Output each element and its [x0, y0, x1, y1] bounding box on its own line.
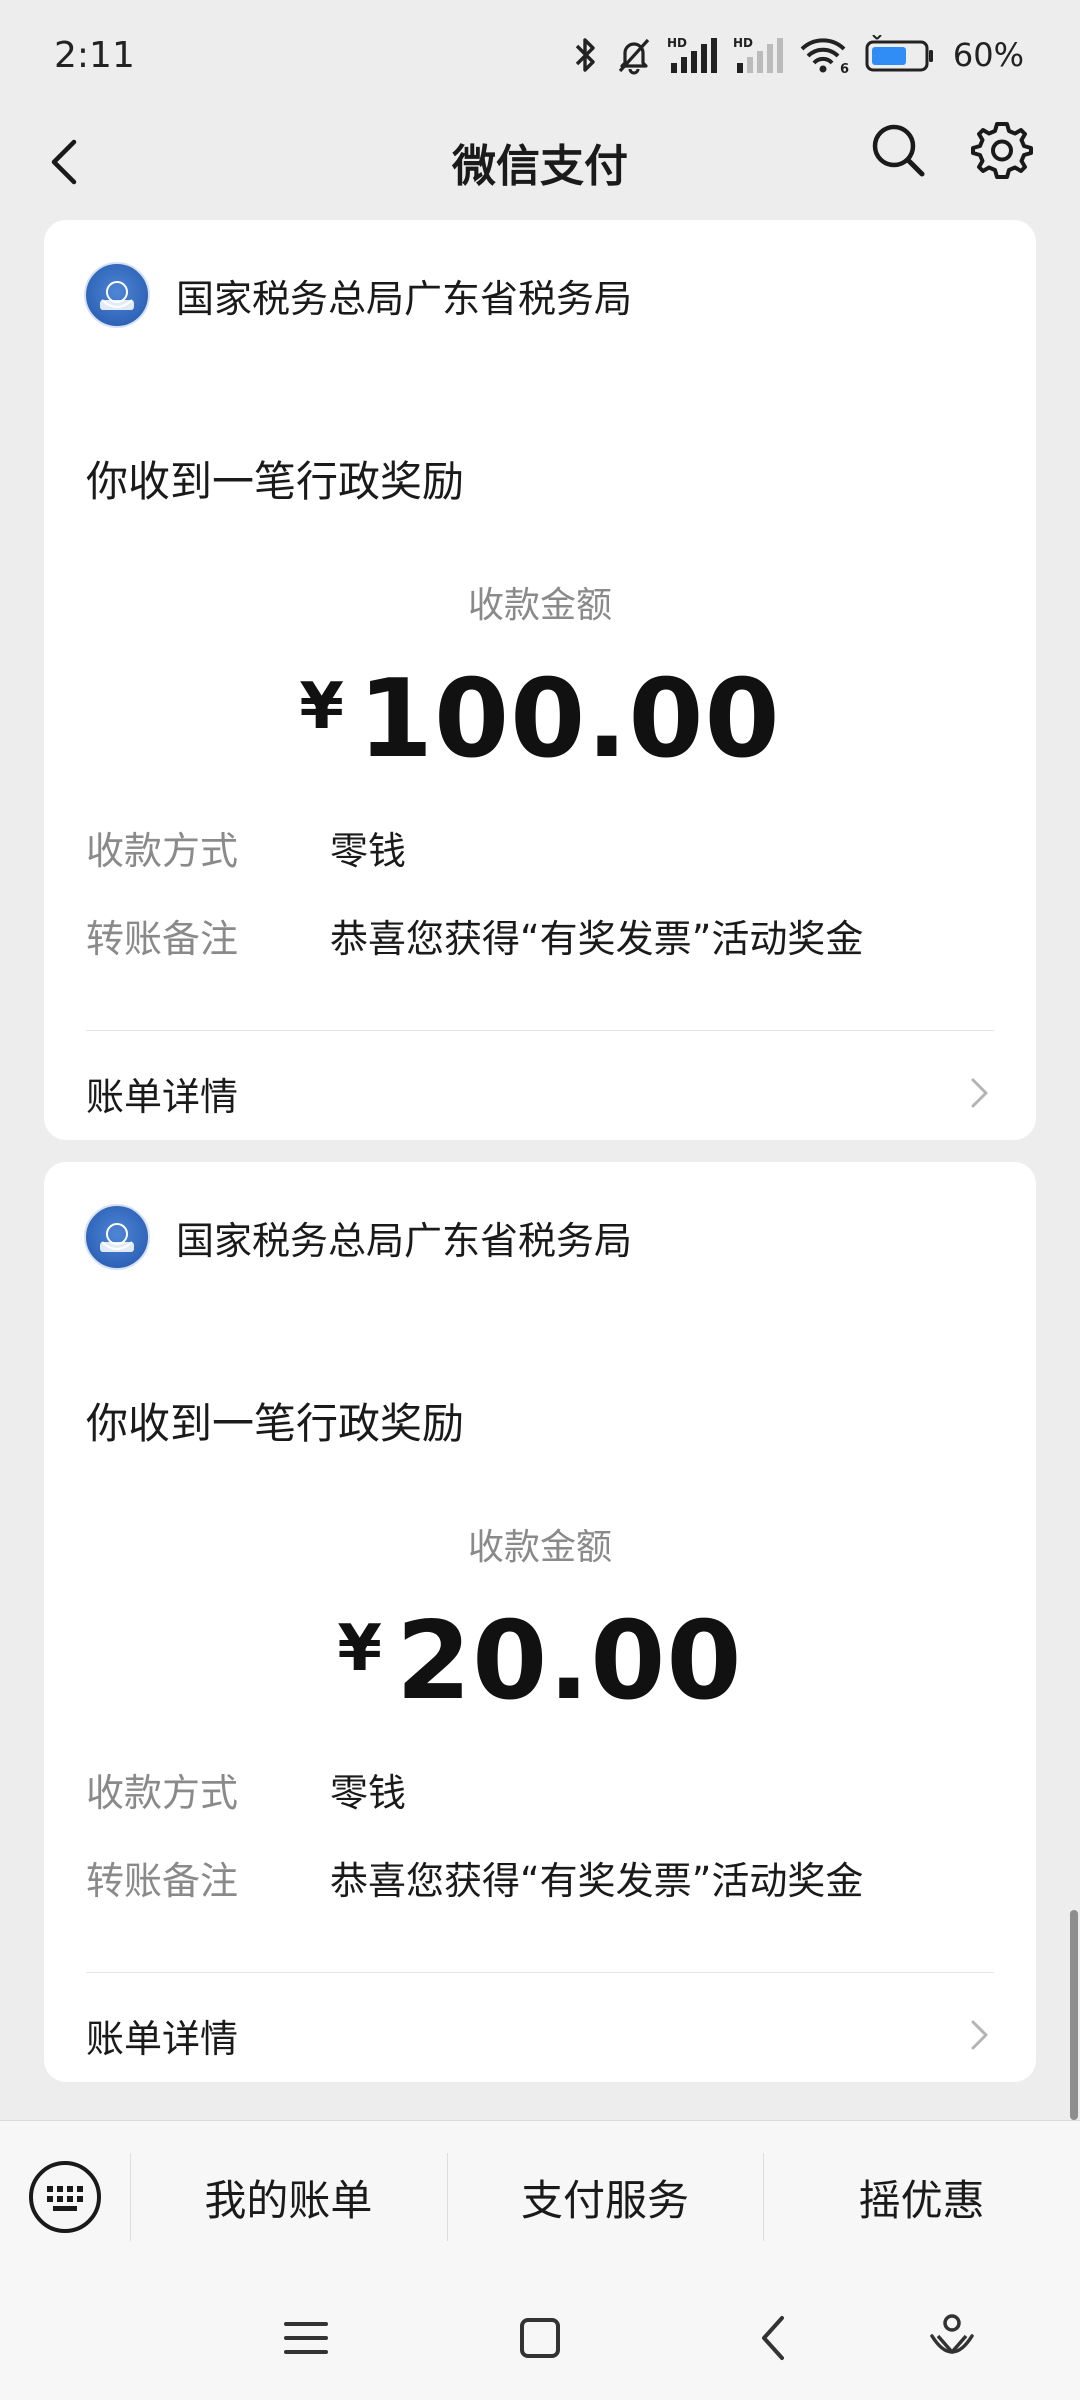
payment-card-1: 国家税务总局广东省税务局 你收到一笔行政奖励 收款金额 ¥ 100.00 收款方… [44, 220, 1036, 1140]
amount-display: ¥ 100.00 [44, 660, 1036, 790]
currency-symbol: ¥ [299, 670, 344, 744]
keyboard-toggle-button[interactable] [0, 2121, 130, 2273]
bluetooth-icon [575, 38, 595, 72]
chevron-right-icon [971, 1078, 988, 1108]
status-icons: HD HD 6 60% [571, 35, 1024, 75]
method-label: 收款方式 [86, 829, 239, 873]
hd-signal-icon: HD [667, 36, 717, 73]
menu-my-bills[interactable]: 我的账单 [130, 2121, 447, 2273]
hd-signal-weak-icon: HD [733, 36, 783, 73]
note-value: 恭喜您获得“有奖发票”活动奖金 [330, 1859, 864, 1903]
merchant-header: 国家税务总局广东省税务局 [84, 262, 632, 328]
payment-method-row: 收款方式 零钱 [86, 820, 406, 875]
scrollbar[interactable] [1070, 1910, 1078, 2120]
system-nav-bar [0, 2272, 1080, 2400]
payment-card-2: 国家税务总局广东省税务局 你收到一笔行政奖励 收款金额 ¥ 20.00 收款方式… [44, 1162, 1036, 2082]
transfer-note-row: 转账备注 恭喜您获得“有奖发票”活动奖金 [86, 1850, 863, 1905]
search-icon[interactable] [866, 118, 930, 182]
notice-title: 你收到一笔行政奖励 [86, 1399, 465, 1448]
svg-text:6: 6 [840, 62, 849, 75]
svg-text:HD: HD [667, 36, 687, 50]
notice-title: 你收到一笔行政奖励 [86, 457, 465, 506]
menu-shake-deals[interactable]: 摇优惠 [763, 2121, 1080, 2273]
note-label: 转账备注 [86, 1859, 239, 1903]
note-value: 恭喜您获得“有奖发票”活动奖金 [330, 917, 864, 961]
amount-display: ¥ 20.00 [44, 1602, 1036, 1732]
tax-bureau-logo-icon [84, 1204, 150, 1270]
bill-details-link[interactable]: 账单详情 [86, 2002, 994, 2068]
battery-icon [865, 35, 933, 72]
merchant-name: 国家税务总局广东省税务局 [176, 1218, 633, 1263]
bottom-menu: 我的账单 支付服务 摇优惠 [0, 2120, 1080, 2273]
status-time: 2:11 [54, 34, 135, 76]
amount-label: 收款金额 [467, 1527, 612, 1568]
transfer-note-row: 转账备注 恭喜您获得“有奖发票”活动奖金 [86, 908, 863, 963]
bill-details-label: 账单详情 [86, 1074, 239, 1119]
svg-text:HD: HD [733, 36, 753, 50]
method-label: 收款方式 [86, 1771, 239, 1815]
divider [86, 1972, 994, 1973]
keyboard-icon [29, 2161, 101, 2233]
page-title: 微信支付 [452, 141, 628, 192]
menu-icon[interactable] [278, 2310, 334, 2366]
tax-bureau-logo-icon [84, 262, 150, 328]
status-bar: 2:11 HD HD 6 60% [0, 0, 1080, 110]
merchant-header: 国家税务总局广东省税务局 [84, 1204, 632, 1270]
back-arrow-icon[interactable] [36, 132, 96, 192]
battery-percent: 60% [952, 36, 1024, 74]
bill-details-label: 账单详情 [86, 2016, 239, 2061]
method-value: 零钱 [330, 1771, 407, 1815]
currency-symbol: ¥ [337, 1612, 382, 1686]
menu-payment-services[interactable]: 支付服务 [446, 2121, 764, 2273]
note-label: 转账备注 [86, 917, 239, 961]
amount-label: 收款金额 [467, 585, 612, 626]
back-chevron-icon[interactable] [746, 2310, 802, 2366]
home-square-icon[interactable] [512, 2310, 568, 2366]
payment-method-row: 收款方式 零钱 [86, 1762, 406, 1817]
assistant-icon[interactable] [924, 2310, 980, 2366]
gear-icon[interactable] [970, 118, 1034, 182]
mute-bell-icon [618, 38, 650, 75]
chevron-right-icon [971, 2020, 988, 2050]
merchant-name: 国家税务总局广东省税务局 [176, 276, 633, 321]
amount-value: 20.00 [395, 1599, 743, 1724]
wifi-icon: 6 [800, 38, 849, 75]
method-value: 零钱 [330, 829, 407, 873]
bill-details-link[interactable]: 账单详情 [86, 1060, 994, 1126]
divider [86, 1030, 994, 1031]
amount-value: 100.00 [357, 657, 781, 782]
